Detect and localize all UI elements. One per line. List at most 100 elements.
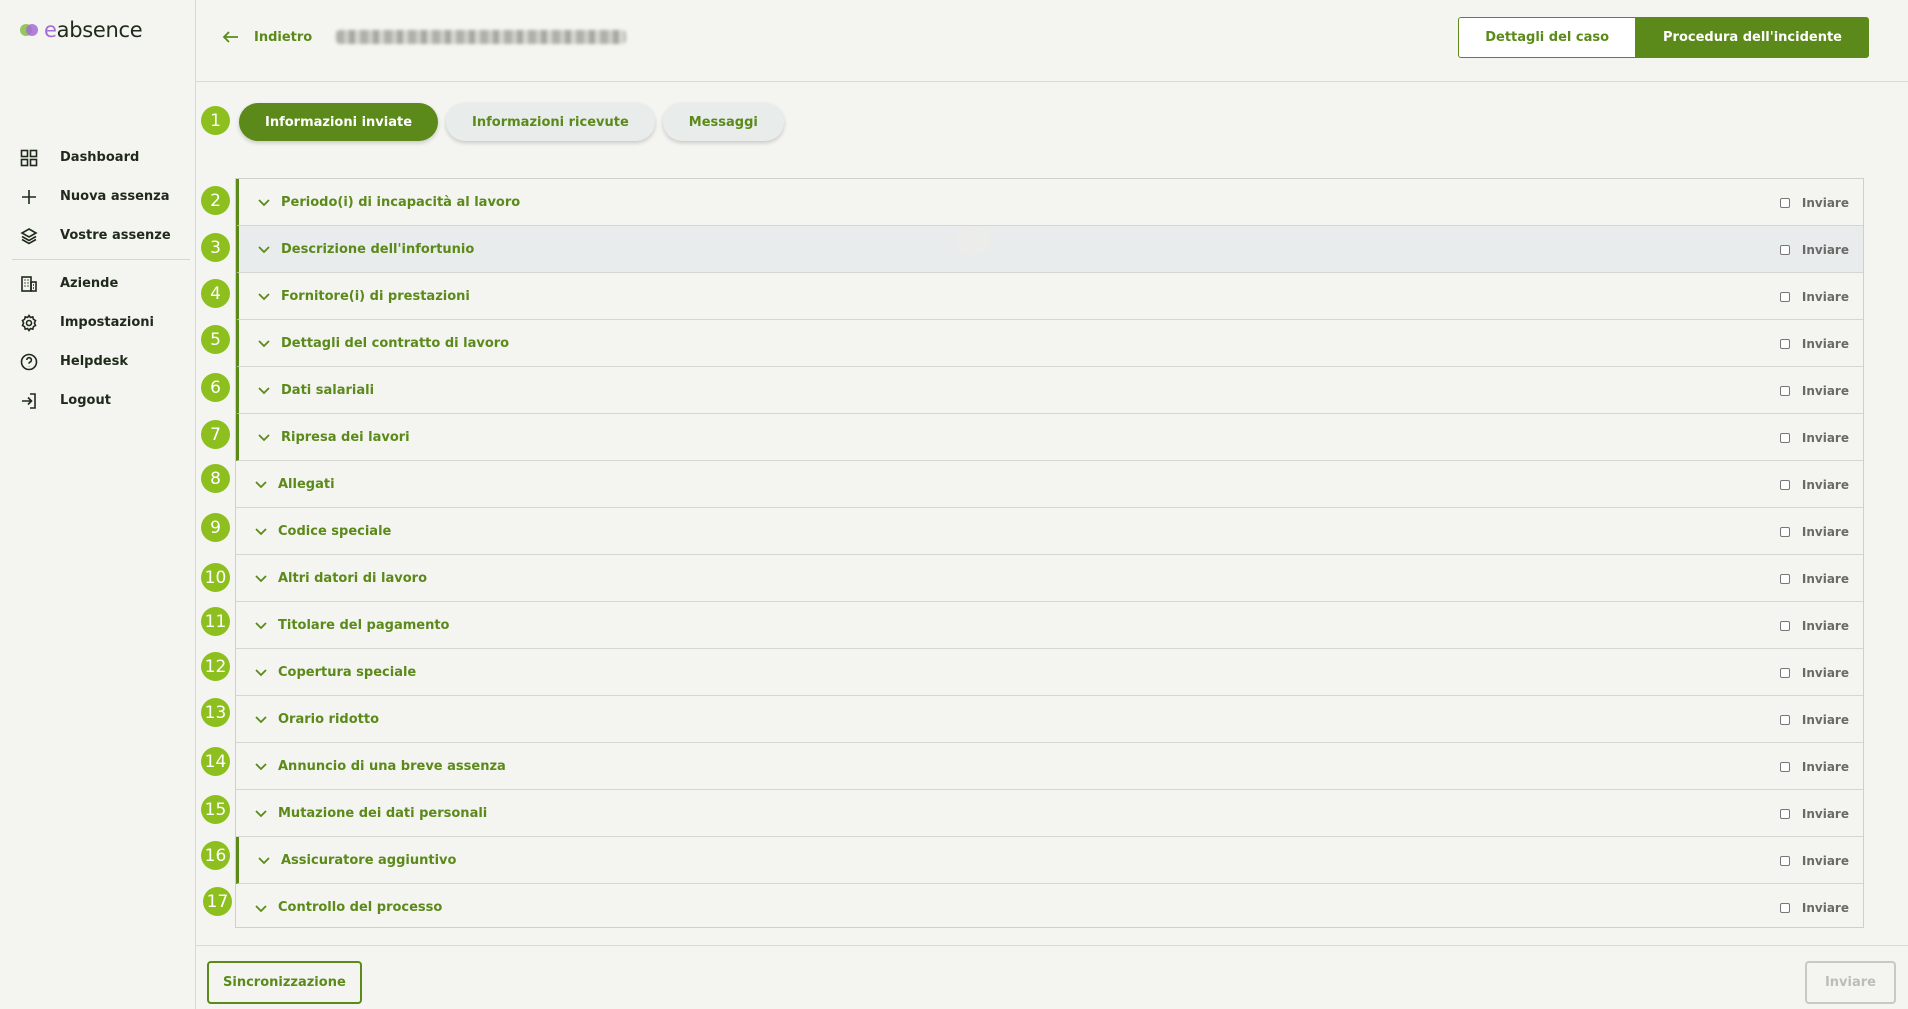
send-checkbox[interactable] (1779, 902, 1790, 913)
send-checkbox[interactable] (1779, 197, 1790, 208)
step-badge: 3 (201, 233, 230, 262)
send-toggle[interactable]: Inviare (1779, 649, 1849, 696)
sidebar-item-settings[interactable]: Impostazioni (12, 303, 190, 342)
building-icon (21, 275, 37, 292)
chevron-down-icon (255, 575, 267, 583)
send-button-disabled[interactable]: Inviare (1804, 961, 1896, 1004)
send-toggle[interactable]: Inviare (1779, 508, 1849, 555)
section-row-service-providers[interactable]: Fornitore(i) di prestazioni Inviare (236, 273, 1863, 320)
chevron-down-icon (258, 434, 270, 442)
send-checkbox[interactable] (1779, 526, 1790, 537)
section-row-work-resumption[interactable]: Ripresa dei lavori Inviare (236, 414, 1863, 461)
sections-accordion: Periodo(i) di incapacità al lavoro Invia… (235, 178, 1864, 928)
send-checkbox[interactable] (1779, 714, 1790, 725)
send-toggle[interactable]: Inviare (1779, 367, 1849, 414)
chevron-down-icon (255, 528, 267, 536)
send-toggle[interactable]: Inviare (1779, 790, 1849, 837)
step-badge: 1 (201, 106, 230, 135)
section-row-accident-description[interactable]: Descrizione dell'infortunio Inviare (236, 226, 1863, 273)
send-label: Inviare (1801, 477, 1849, 492)
chevron-down-icon (255, 763, 267, 771)
chevron-down-icon (255, 810, 267, 818)
section-row-payment-holder[interactable]: Titolare del pagamento Inviare (236, 602, 1863, 649)
step-badge: 6 (201, 373, 230, 402)
send-toggle[interactable]: Inviare (1779, 884, 1849, 931)
send-toggle[interactable]: Inviare (1779, 743, 1849, 790)
send-toggle[interactable]: Inviare (1779, 696, 1849, 743)
send-toggle[interactable]: Inviare (1779, 273, 1849, 320)
step-badge: 16 (201, 841, 230, 870)
tab-messages[interactable]: Messaggi (662, 103, 784, 141)
sidebar: eabsence Dashboard Nuova assenza Vostre … (0, 0, 196, 1009)
sidebar-nav: Dashboard Nuova assenza Vostre assenze A… (12, 138, 190, 420)
send-toggle[interactable]: Inviare (1779, 179, 1849, 226)
send-checkbox[interactable] (1779, 667, 1790, 678)
tab-sent-info[interactable]: Informazioni inviate (239, 103, 439, 141)
section-row-short-absence[interactable]: Annuncio di una breve assenza Inviare (236, 743, 1863, 790)
chevron-down-icon (258, 340, 270, 348)
section-row-other-employers[interactable]: Altri datori di lavoro Inviare (236, 555, 1863, 602)
step-badge: 11 (201, 607, 230, 636)
send-checkbox[interactable] (1779, 761, 1790, 772)
tab-received-info[interactable]: Informazioni ricevute (446, 103, 655, 141)
send-toggle[interactable]: Inviare (1779, 320, 1849, 367)
send-checkbox[interactable] (1779, 244, 1790, 255)
section-title: Copertura speciale (278, 664, 417, 680)
section-title: Fornitore(i) di prestazioni (281, 288, 470, 304)
sidebar-item-companies[interactable]: Aziende (12, 264, 190, 303)
send-checkbox[interactable] (1779, 338, 1790, 349)
sidebar-item-logout[interactable]: Logout (12, 381, 190, 420)
step-badge: 13 (201, 698, 230, 727)
sync-button[interactable]: Sincronizzazione (207, 961, 362, 1004)
send-toggle[interactable]: Inviare (1779, 837, 1849, 884)
send-checkbox[interactable] (1779, 855, 1790, 866)
incident-procedure-button[interactable]: Procedura dell'incidente (1636, 17, 1869, 58)
step-badge: 4 (201, 279, 230, 308)
page-footer: Sincronizzazione Inviare (196, 945, 1908, 1009)
send-checkbox[interactable] (1779, 808, 1790, 819)
section-row-special-code[interactable]: Codice speciale Inviare (236, 508, 1863, 555)
send-label: Inviare (1801, 806, 1849, 821)
back-button[interactable]: Indietro (222, 28, 312, 46)
case-details-button[interactable]: Dettagli del caso (1458, 17, 1637, 58)
send-checkbox[interactable] (1779, 432, 1790, 443)
plus-icon (22, 189, 36, 204)
send-checkbox[interactable] (1779, 291, 1790, 302)
section-title: Dettagli del contratto di lavoro (281, 335, 510, 351)
step-badge: 8 (201, 464, 230, 493)
tab-bar: Informazioni inviate Informazioni ricevu… (239, 103, 784, 141)
logo-mark-icon (20, 23, 40, 37)
sidebar-item-new-absence[interactable]: Nuova assenza (12, 177, 190, 216)
sidebar-divider (12, 259, 190, 260)
send-toggle[interactable]: Inviare (1779, 226, 1849, 273)
step-badge: 14 (201, 747, 230, 776)
sidebar-item-label: Impostazioni (60, 315, 155, 330)
header-actions: Dettagli del caso Procedura dell'inciden… (1458, 17, 1869, 58)
section-row-employment-contract[interactable]: Dettagli del contratto di lavoro Inviare (236, 320, 1863, 367)
send-checkbox[interactable] (1779, 620, 1790, 631)
chevron-down-icon (255, 716, 267, 724)
section-row-additional-insurer[interactable]: Assicuratore aggiuntivo Inviare (236, 837, 1863, 884)
send-toggle[interactable]: Inviare (1779, 555, 1849, 602)
send-checkbox[interactable] (1779, 479, 1790, 490)
section-row-reduced-hours[interactable]: Orario ridotto Inviare (236, 696, 1863, 743)
section-row-process-control[interactable]: Controllo del processo Inviare (236, 884, 1863, 931)
send-checkbox[interactable] (1779, 573, 1790, 584)
send-toggle[interactable]: Inviare (1779, 602, 1849, 649)
section-row-attachments[interactable]: Allegati Inviare (236, 461, 1863, 508)
chevron-down-icon (258, 199, 270, 207)
sidebar-item-dashboard[interactable]: Dashboard (12, 138, 190, 177)
send-checkbox[interactable] (1779, 385, 1790, 396)
send-toggle[interactable]: Inviare (1779, 414, 1849, 461)
sidebar-item-helpdesk[interactable]: Helpdesk (12, 342, 190, 381)
app-root: eabsence Dashboard Nuova assenza Vostre … (0, 0, 1908, 1009)
section-row-incapacity-periods[interactable]: Periodo(i) di incapacità al lavoro Invia… (236, 179, 1863, 226)
send-label: Inviare (1801, 195, 1849, 210)
section-row-salary-data[interactable]: Dati salariali Inviare (236, 367, 1863, 414)
section-row-personal-data-change[interactable]: Mutazione dei dati personali Inviare (236, 790, 1863, 837)
send-toggle[interactable]: Inviare (1779, 461, 1849, 508)
sidebar-item-your-absences[interactable]: Vostre assenze (12, 216, 190, 255)
section-row-special-coverage[interactable]: Copertura speciale Inviare (236, 649, 1863, 696)
logo[interactable]: eabsence (20, 18, 143, 42)
send-label: Inviare (1801, 336, 1849, 351)
